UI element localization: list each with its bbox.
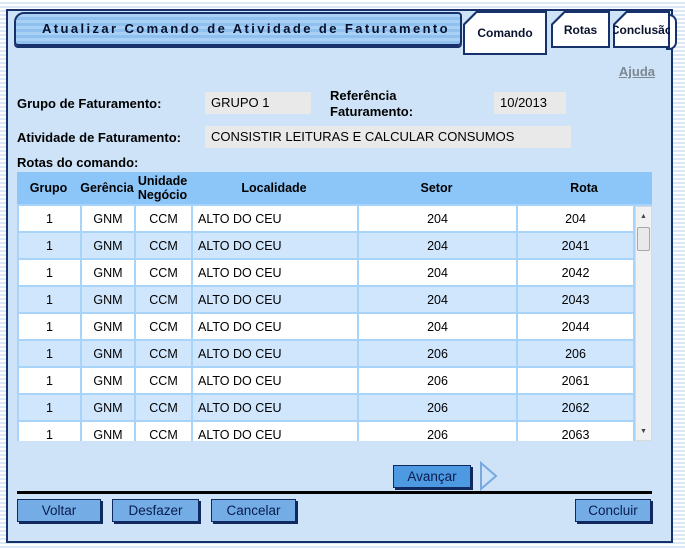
dialog-titlebar: Atualizar Comando de Atividade de Fatura…: [14, 12, 462, 46]
table-cell: CCM: [136, 314, 193, 339]
table-cell: ALTO DO CEU: [193, 422, 359, 441]
table-cell: 1: [19, 206, 82, 231]
table-cell: 1: [19, 395, 82, 420]
table-row: 1GNMCCMALTO DO CEU204204: [19, 206, 633, 233]
grupo-faturamento-label: Grupo de Faturamento:: [17, 96, 161, 111]
table-scrollbar[interactable]: ▲ ▼: [635, 206, 652, 441]
tab-rotas[interactable]: Rotas: [551, 11, 610, 48]
table-cell: CCM: [136, 422, 193, 441]
table-cell: 1: [19, 260, 82, 285]
table-cell: GNM: [82, 287, 136, 312]
tab-label: Rotas: [551, 11, 610, 48]
table-cell: 204: [518, 206, 633, 231]
column-header: Unidade Negócio: [134, 172, 191, 204]
table-cell: CCM: [136, 395, 193, 420]
avancar-button[interactable]: Avançar: [393, 465, 471, 488]
column-header: Grupo: [17, 172, 80, 204]
table-cell: 206: [359, 395, 518, 420]
table-cell: CCM: [136, 260, 193, 285]
cancelar-button[interactable]: Cancelar: [211, 499, 296, 522]
table-cell: CCM: [136, 206, 193, 231]
column-header: Localidade: [191, 172, 357, 204]
table-row: 1GNMCCMALTO DO CEU2042041: [19, 233, 633, 260]
scrollbar-thumb[interactable]: [637, 227, 650, 251]
table-cell: 204: [359, 314, 518, 339]
column-header: Rota: [516, 172, 652, 204]
table-cell: 2061: [518, 368, 633, 393]
tab-comando[interactable]: Comando: [463, 11, 547, 55]
table-row: 1GNMCCMALTO DO CEU2042042: [19, 260, 633, 287]
column-header: Setor: [357, 172, 516, 204]
desfazer-button[interactable]: Desfazer: [112, 499, 199, 522]
atividade-faturamento-label: Atividade de Faturamento:: [17, 130, 181, 145]
referencia-faturamento-label: Referência Faturamento:: [330, 88, 442, 120]
table-cell: ALTO DO CEU: [193, 368, 359, 393]
table-cell: ALTO DO CEU: [193, 341, 359, 366]
tab-label: Comando: [463, 11, 547, 55]
scroll-up-icon[interactable]: ▲: [636, 208, 651, 224]
table-header-row: GrupoGerênciaUnidade NegócioLocalidadeSe…: [17, 172, 652, 206]
forward-arrow-icon: [478, 461, 500, 491]
table-row: 1GNMCCMALTO DO CEU2062061: [19, 368, 633, 395]
table-cell: 1: [19, 287, 82, 312]
table-cell: ALTO DO CEU: [193, 206, 359, 231]
table-cell: ALTO DO CEU: [193, 233, 359, 258]
table-cell: 206: [518, 341, 633, 366]
voltar-button[interactable]: Voltar: [17, 499, 101, 522]
table-cell: 1: [19, 368, 82, 393]
table-cell: 2044: [518, 314, 633, 339]
table-cell: 204: [359, 260, 518, 285]
table-cell: 204: [359, 206, 518, 231]
table-cell: 206: [359, 341, 518, 366]
table-cell: GNM: [82, 206, 136, 231]
table-cell: 206: [359, 422, 518, 441]
table-cell: ALTO DO CEU: [193, 395, 359, 420]
table-cell: 2062: [518, 395, 633, 420]
table-cell: 2043: [518, 287, 633, 312]
table-row: 1GNMCCMALTO DO CEU2062062: [19, 395, 633, 422]
rotas-comando-label: Rotas do comando:: [17, 155, 138, 170]
table-cell: 204: [359, 233, 518, 258]
table-cell: GNM: [82, 368, 136, 393]
table-cell: GNM: [82, 314, 136, 339]
table-cell: 1: [19, 314, 82, 339]
table-cell: 2042: [518, 260, 633, 285]
table-cell: CCM: [136, 287, 193, 312]
table-cell: ALTO DO CEU: [193, 260, 359, 285]
page-title: Atualizar Comando de Atividade de Fatura…: [16, 14, 460, 44]
table-cell: 204: [359, 287, 518, 312]
table-cell: GNM: [82, 260, 136, 285]
table-row: 1GNMCCMALTO DO CEU2042044: [19, 314, 633, 341]
table-cell: ALTO DO CEU: [193, 314, 359, 339]
table-row: 1GNMCCMALTO DO CEU206206: [19, 341, 633, 368]
referencia-faturamento-field: 10/2013: [494, 92, 566, 114]
grupo-faturamento-field: GRUPO 1: [205, 92, 311, 114]
table-cell: 2041: [518, 233, 633, 258]
table-cell: ALTO DO CEU: [193, 287, 359, 312]
table-cell: CCM: [136, 368, 193, 393]
table-cell: GNM: [82, 422, 136, 441]
tab-label: Conclusão: [613, 11, 670, 48]
column-header: Gerência: [80, 172, 134, 204]
table-row: 1GNMCCMALTO DO CEU2042043: [19, 287, 633, 314]
table-cell: CCM: [136, 233, 193, 258]
tab-conclusão[interactable]: Conclusão: [613, 11, 670, 48]
footer-divider: [17, 491, 652, 494]
table-row: 1GNMCCMALTO DO CEU2062063: [19, 422, 633, 441]
table-cell: 206: [359, 368, 518, 393]
help-link[interactable]: Ajuda: [619, 64, 655, 79]
table-cell: GNM: [82, 233, 136, 258]
table-cell: 1: [19, 422, 82, 441]
table-cell: 1: [19, 341, 82, 366]
table-cell: CCM: [136, 341, 193, 366]
scroll-down-icon[interactable]: ▼: [636, 423, 651, 439]
table-cell: GNM: [82, 395, 136, 420]
rotas-table: GrupoGerênciaUnidade NegócioLocalidadeSe…: [17, 172, 652, 441]
table-cell: GNM: [82, 341, 136, 366]
atividade-faturamento-field: CONSISTIR LEITURAS E CALCULAR CONSUMOS: [205, 126, 571, 148]
table-cell: 2063: [518, 422, 633, 441]
concluir-button[interactable]: Concluir: [575, 499, 651, 522]
table-cell: 1: [19, 233, 82, 258]
table-body: 1GNMCCMALTO DO CEU2042041GNMCCMALTO DO C…: [17, 206, 635, 441]
